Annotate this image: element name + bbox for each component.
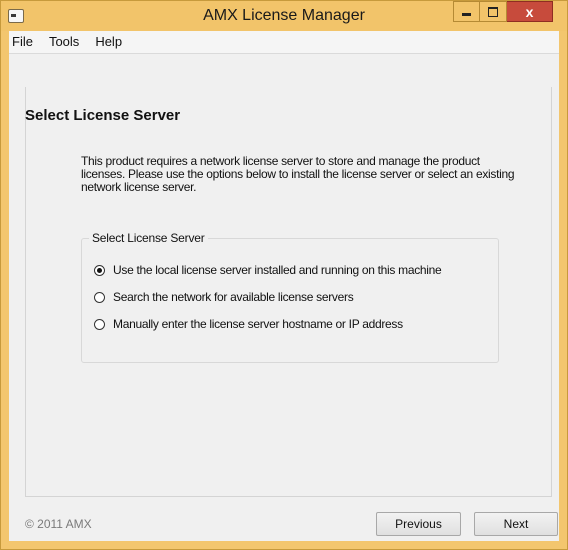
- radio-manual-entry[interactable]: [94, 318, 105, 330]
- option-manual-entry[interactable]: Manually enter the license server hostna…: [94, 317, 403, 331]
- close-icon: x: [525, 3, 534, 20]
- radio-search-network[interactable]: [94, 291, 105, 303]
- menu-bar: File Tools Help: [9, 31, 559, 54]
- maximize-button[interactable]: [480, 1, 507, 22]
- option-local-server-label[interactable]: Use the local license server installed a…: [113, 263, 442, 277]
- close-button[interactable]: x: [507, 1, 553, 22]
- copyright-text: © 2011 AMX: [25, 517, 92, 531]
- option-local-server[interactable]: Use the local license server installed a…: [94, 263, 442, 277]
- page-description: This product requires a network license …: [81, 154, 515, 194]
- minimize-button[interactable]: [453, 1, 480, 22]
- previous-button[interactable]: Previous: [376, 512, 461, 536]
- menu-file[interactable]: File: [9, 32, 41, 52]
- app-window: AMX License Manager x File Tools Help Se…: [0, 0, 568, 550]
- maximize-icon: [488, 6, 498, 17]
- title-bar[interactable]: AMX License Manager x: [1, 1, 567, 31]
- page-title: Select License Server: [25, 107, 181, 124]
- option-search-network[interactable]: Search the network for available license…: [94, 290, 354, 304]
- option-search-network-label[interactable]: Search the network for available license…: [113, 290, 354, 304]
- radio-local-server[interactable]: [94, 264, 105, 276]
- next-button[interactable]: Next: [474, 512, 558, 536]
- menu-help[interactable]: Help: [87, 32, 130, 52]
- client-area: File Tools Help Select License Server Th…: [9, 31, 559, 541]
- option-manual-entry-label[interactable]: Manually enter the license server hostna…: [113, 317, 403, 331]
- groupbox-label: Select License Server: [89, 231, 208, 245]
- menu-tools[interactable]: Tools: [41, 32, 87, 52]
- minimize-icon: [462, 13, 471, 16]
